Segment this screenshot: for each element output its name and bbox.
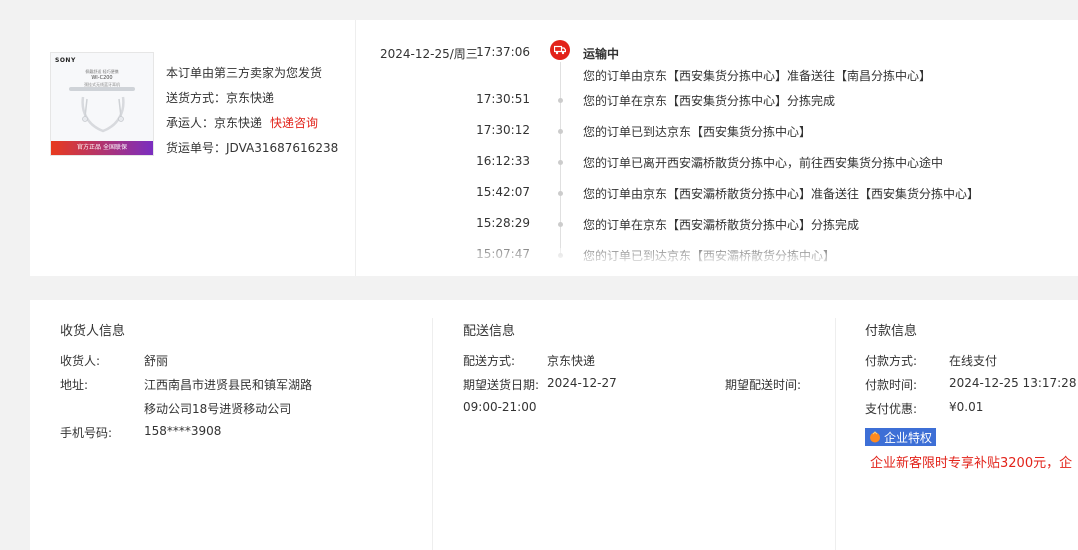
timeline-dot	[558, 222, 563, 227]
seller-info: 本订单由第三方卖家为您发货 送货方式：京东快递 承运人：京东快递 快递咨询 货运单…	[166, 66, 338, 166]
timeline-event-text: 您的订单已到达京东【西安集货分拣中心】	[583, 125, 812, 139]
shipping-method-label: 送货方式：	[166, 91, 227, 105]
payment-discount-value: ¥0.01	[949, 400, 984, 414]
product-image-model: WI-C200	[91, 75, 113, 81]
timeline-event-text: 您的订单由京东【西安灞桥散货分拣中心】准备送往【西安集货分拣中心】	[583, 187, 980, 201]
timeline-event-text: 您的订单在京东【西安灞桥散货分拣中心】分拣完成	[583, 218, 860, 232]
carrier: 承运人：京东快递 快递咨询	[166, 116, 338, 141]
shipping-method: 送货方式：京东快递	[166, 91, 338, 116]
enterprise-icon	[870, 431, 880, 443]
delivery-title: 配送信息	[463, 324, 516, 339]
payment-time-value: 2024-12-25 13:17:28	[949, 376, 1077, 390]
timeline-event-time: 17:37:06	[476, 45, 530, 59]
timeline-dot	[558, 129, 563, 134]
payment-method-value: 在线支付	[949, 354, 998, 368]
tracking-label: 货运单号：	[166, 141, 227, 155]
column-divider-2	[835, 318, 836, 550]
timeline-event-time: 16:12:33	[476, 154, 530, 168]
enterprise-promo-text[interactable]: 企业新客限时专享补贴3200元，企	[870, 452, 1072, 471]
timeline-dot	[558, 191, 563, 196]
receiver-address-line1: 江西南昌市进贤县民和镇军湖路	[144, 378, 313, 392]
payment-discount-label: 支付优惠:	[865, 402, 918, 416]
timeline-dot	[558, 98, 563, 103]
carrier-value: 京东快递	[214, 116, 263, 130]
tracking-number: 货运单号：JDVA31687616238	[166, 141, 338, 166]
shipping-method-value: 京东快递	[226, 91, 275, 105]
receiver-title: 收货人信息	[60, 324, 126, 339]
enterprise-privilege-badge[interactable]: 企业特权	[865, 428, 937, 446]
product-image[interactable]: SONY 佩戴舒适 轻巧便携 WI-C200 颈挂式无线蓝牙耳机 官方正品 全国…	[50, 52, 154, 156]
timeline-event-time: 17:30:12	[476, 123, 530, 137]
truck-icon	[550, 40, 570, 60]
delivery-method-value: 京东快递	[547, 354, 596, 368]
delivery-time-window: 09:00-21:00	[463, 400, 537, 414]
order-info-panel: 收货人信息 收货人: 舒丽 地址: 江西南昌市进贤县民和镇军湖路 移动公司18号…	[30, 300, 1078, 550]
timeline-event-time: 15:42:07	[476, 185, 530, 199]
receiver-address-label: 地址:	[60, 378, 89, 392]
timeline-event-time: 17:30:51	[476, 92, 530, 106]
delivery-date-label: 期望送货日期:	[463, 378, 540, 392]
carrier-label: 承运人：	[166, 116, 215, 130]
receiver-name-label: 收货人:	[60, 354, 101, 368]
product-image-banner: 官方正品 全国联保	[51, 141, 153, 155]
tracking-value: JDVA31687616238	[226, 141, 339, 155]
product-brand: SONY	[55, 57, 76, 64]
timeline-event-time: 15:28:29	[476, 216, 530, 230]
shipment-panel: SONY 佩戴舒适 轻巧便携 WI-C200 颈挂式无线蓝牙耳机 官方正品 全国…	[30, 20, 1078, 276]
express-consult-link[interactable]: 快递咨询	[270, 116, 318, 130]
delivery-date-value: 2024-12-27	[547, 376, 617, 390]
headphone-illustration	[81, 96, 125, 133]
seller-note: 本订单由第三方卖家为您发货	[166, 66, 323, 80]
receiver-phone-label: 手机号码:	[60, 426, 113, 440]
enterprise-badge-label: 企业特权	[884, 430, 933, 445]
payment-title: 付款信息	[865, 324, 918, 339]
timeline-dot	[558, 160, 563, 165]
delivery-expected-time-label: 期望配送时间:	[725, 378, 802, 392]
timeline-event-text: 您的订单已离开西安灞桥散货分拣中心，前往西安集货分拣中心途中	[583, 156, 944, 170]
receiver-phone-value: 158****3908	[144, 424, 222, 438]
timeline-event-text: 您的订单由京东【西安集货分拣中心】准备送往【南昌分拣中心】	[583, 69, 932, 83]
delivery-method-label: 配送方式:	[463, 354, 516, 368]
timeline-event-text: 您的订单在京东【西安集货分拣中心】分拣完成	[583, 94, 836, 108]
column-divider-1	[432, 318, 433, 550]
timeline-status: 运输中	[583, 47, 620, 61]
receiver-address-line2: 移动公司18号进贤移动公司	[144, 402, 292, 416]
timeline-fade	[360, 248, 1078, 276]
panel-divider	[355, 20, 356, 276]
payment-time-label: 付款时间:	[865, 378, 918, 392]
receiver-name-value: 舒丽	[144, 354, 169, 368]
payment-method-label: 付款方式:	[865, 354, 918, 368]
